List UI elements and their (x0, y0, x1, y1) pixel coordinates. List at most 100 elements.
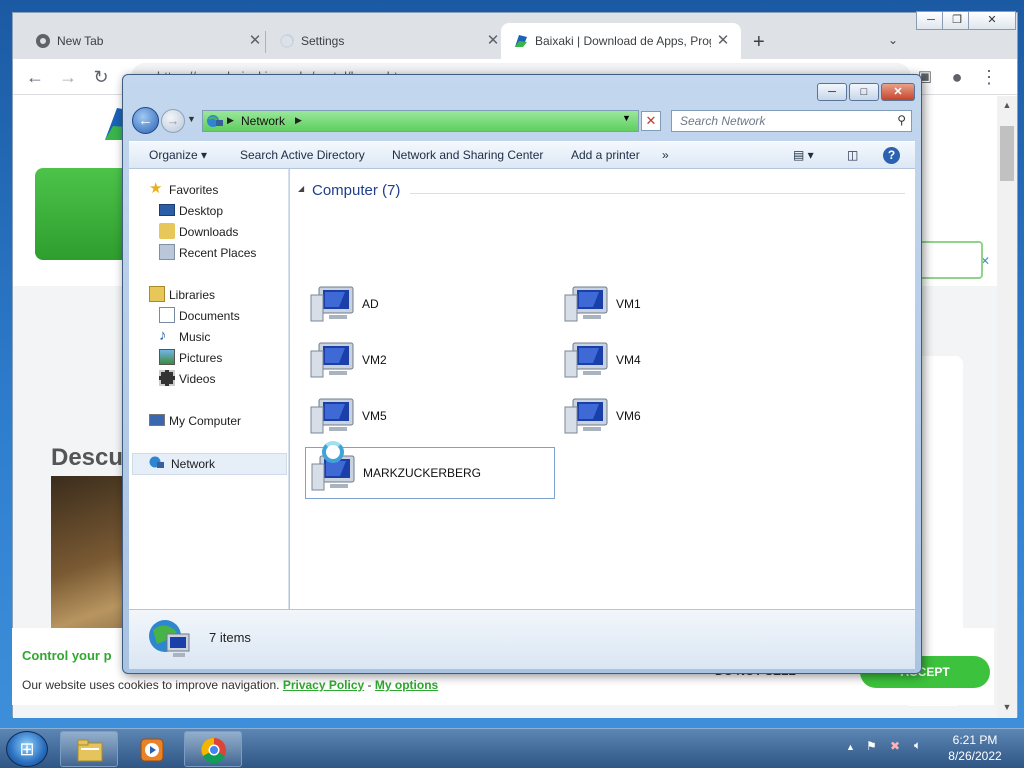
close-window-button[interactable]: ✕ (968, 11, 1016, 30)
close-tab-icon[interactable]: ✕ (713, 31, 733, 51)
explorer-window: ─ □ ✕ ← → ▼ ▶ Network ▶ ▼ ✕ Search Netwo… (122, 74, 922, 674)
clock-date: 8/26/2022 (948, 749, 1002, 763)
group-header[interactable]: Computer (7) (312, 182, 400, 199)
computer-item[interactable]: VM1 (559, 279, 809, 331)
computer-item[interactable]: VM6 (559, 391, 809, 443)
computer-icon (564, 398, 608, 434)
breadcrumb-network[interactable]: Network (241, 114, 285, 128)
explorer-minimize-button[interactable]: ─ (817, 83, 847, 101)
my-options-link[interactable]: My options (375, 678, 438, 692)
menu-kebab-icon[interactable]: ⋮ (977, 65, 1001, 89)
start-button[interactable]: ⊞ (6, 731, 48, 767)
command-bar: Organize ▾ Search Active Directory Netwo… (129, 141, 915, 169)
breadcrumb-chevron-icon[interactable]: ▶ (227, 115, 234, 126)
view-options-icon[interactable]: ▤ ▾ (793, 148, 814, 162)
address-dropdown-icon[interactable]: ▼ (622, 113, 631, 123)
baixaki-logo-icon (515, 35, 527, 47)
pictures-icon (159, 349, 175, 365)
computer-item[interactable]: VM4 (559, 335, 809, 387)
network-disconnected-icon[interactable]: ✖ (890, 739, 900, 753)
search-ad-button[interactable]: Search Active Directory (240, 148, 365, 162)
cookie-title: Control your p (22, 648, 112, 663)
explorer-maximize-button[interactable]: □ (849, 83, 879, 101)
breadcrumb-chevron-icon[interactable]: ▶ (295, 115, 302, 126)
tab-label: New Tab (57, 34, 104, 48)
cookie-text: Our website uses cookies to improve navi… (22, 678, 280, 692)
nav-network[interactable]: Network (132, 453, 287, 475)
tab-baixaki[interactable]: Baixaki | Download de Apps, Programas ✕ (501, 23, 741, 59)
address-bar[interactable]: ▶ Network ▶ (202, 110, 639, 132)
cookie-text-row: Our website uses cookies to improve navi… (22, 678, 438, 692)
taskbar-chrome-button[interactable] (184, 731, 242, 767)
tab-new-tab[interactable]: New Tab ✕ (23, 23, 263, 59)
computer-icon (564, 342, 608, 378)
back-arrow-icon[interactable]: ← (132, 107, 159, 134)
computer-icon (149, 414, 165, 426)
reload-icon[interactable]: ↻ (89, 65, 113, 89)
scroll-up-arrow-icon[interactable]: ▲ (1001, 100, 1013, 112)
scroll-down-arrow-icon[interactable]: ▼ (1001, 702, 1013, 714)
tab-label: Baixaki | Download de Apps, Programas (535, 34, 711, 48)
computer-item[interactable]: VM5 (305, 391, 555, 443)
details-pane: 7 items (129, 609, 915, 669)
taskbar-explorer-button[interactable] (60, 731, 118, 767)
tab-search-chevron-icon[interactable]: ⌄ (888, 33, 898, 47)
section-headline: Descul (51, 444, 130, 471)
tab-strip: New Tab ✕ Settings ✕ Baixaki | Download … (13, 11, 1017, 59)
downloads-folder-icon (159, 223, 175, 239)
tab-settings[interactable]: Settings ✕ (267, 23, 499, 59)
show-hidden-icons-icon[interactable]: ▲ (846, 742, 855, 752)
computer-name: VM2 (362, 353, 387, 367)
preview-pane-icon[interactable]: ◫ (847, 148, 858, 162)
collapse-group-icon[interactable]: ◢ (298, 184, 304, 193)
computer-name: VM5 (362, 409, 387, 423)
documents-icon (159, 307, 175, 323)
action-center-icon[interactable]: ⚑ (866, 739, 877, 753)
search-placeholder: Search Network (680, 114, 766, 128)
libraries-icon (149, 286, 165, 302)
privacy-policy-link[interactable]: Privacy Policy (283, 678, 364, 692)
computer-icon (564, 286, 608, 322)
clock-time: 6:21 PM (952, 733, 998, 747)
loading-spinner-icon (280, 34, 294, 48)
group-divider (410, 193, 905, 194)
chrome-icon (36, 34, 50, 48)
scrollbar-thumb[interactable] (1000, 126, 1014, 181)
profile-avatar-icon[interactable]: ● (945, 65, 969, 89)
recent-places-icon (159, 244, 175, 260)
computer-item[interactable]: AD (305, 279, 555, 331)
forward-arrow-icon[interactable]: → (161, 109, 185, 133)
close-tab-icon[interactable]: ✕ (483, 31, 503, 51)
page-scrollbar[interactable]: ▲ ▼ (997, 96, 1017, 718)
back-arrow-icon[interactable]: ← (23, 65, 47, 89)
explorer-close-button[interactable]: ✕ (881, 83, 915, 101)
new-tab-button[interactable]: + (753, 31, 765, 54)
media-player-icon (140, 738, 164, 762)
computer-icon (310, 286, 354, 322)
computer-name: MARKZUCKERBERG (363, 466, 482, 480)
volume-icon[interactable]: 🔈︎ (914, 738, 921, 753)
network-sharing-center-button[interactable]: Network and Sharing Center (392, 148, 543, 162)
navigation-pane: ★ Favorites Desktop Downloads Recent Pla… (129, 169, 289, 609)
computer-name: VM1 (616, 297, 641, 311)
search-input[interactable]: Search Network ⚲ (671, 110, 912, 132)
forward-arrow-icon[interactable]: → (56, 65, 80, 89)
computer-name: VM4 (616, 353, 641, 367)
more-commands-button[interactable]: » (662, 148, 669, 162)
add-printer-button[interactable]: Add a printer (571, 148, 640, 162)
help-icon[interactable]: ? (883, 147, 900, 164)
star-icon: ★ (149, 180, 163, 197)
computer-name: AD (362, 297, 379, 311)
taskbar-media-player-button[interactable] (122, 731, 180, 767)
search-icon[interactable]: ⚲ (897, 113, 906, 127)
organize-button[interactable]: Organize ▾ (149, 148, 207, 162)
videos-icon (159, 370, 175, 386)
close-tab-icon[interactable]: ✕ (245, 31, 265, 51)
clock[interactable]: 6:21 PM 8/26/2022 (930, 732, 1020, 764)
stop-icon[interactable]: ✕ (641, 111, 661, 131)
history-dropdown-icon[interactable]: ▼ (187, 114, 196, 124)
music-note-icon: ♪ (159, 327, 167, 344)
folder-icon (77, 739, 103, 762)
computer-item[interactable]: VM2 (305, 335, 555, 387)
computer-name: VM6 (616, 409, 641, 423)
